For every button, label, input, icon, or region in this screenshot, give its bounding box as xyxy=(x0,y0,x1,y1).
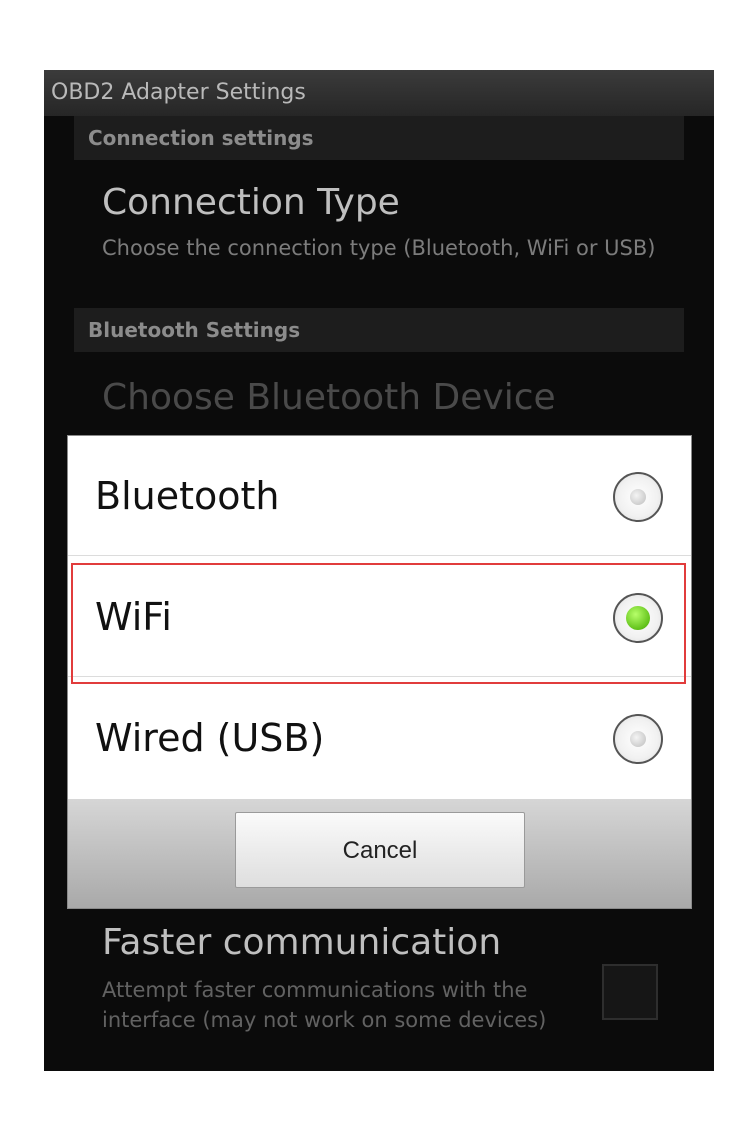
option-wired-usb-label: Wired (USB) xyxy=(95,716,325,760)
option-bluetooth-label: Bluetooth xyxy=(95,474,280,518)
pref-connection-type-summary: Choose the connection type (Bluetooth, W… xyxy=(102,236,656,260)
radio-checked-icon xyxy=(626,606,650,630)
option-bluetooth[interactable]: Bluetooth xyxy=(68,436,691,556)
pref-faster-communication-title: Faster communication xyxy=(102,922,502,963)
option-wired-usb[interactable]: Wired (USB) xyxy=(68,678,691,798)
pref-faster-communication-summary: Attempt faster communications with the i… xyxy=(102,978,547,1032)
dialog-button-bar: Cancel xyxy=(68,799,691,908)
option-wifi[interactable]: WiFi xyxy=(68,557,691,677)
section-header-connection: Connection settings xyxy=(74,116,684,160)
option-wifi-label: WiFi xyxy=(95,595,172,639)
radio-bluetooth[interactable] xyxy=(613,472,663,522)
faster-communication-checkbox[interactable] xyxy=(602,964,658,1020)
radio-wifi[interactable] xyxy=(613,593,663,643)
pref-choose-bluetooth-device-title: Choose Bluetooth Device xyxy=(102,377,556,418)
section-header-bluetooth: Bluetooth Settings xyxy=(74,308,684,352)
connection-type-dialog: Bluetooth WiFi Wired (USB) Cancel xyxy=(68,436,691,908)
radio-wired-usb[interactable] xyxy=(613,714,663,764)
pref-connection-type-title: Connection Type xyxy=(102,182,400,223)
radio-unchecked-icon xyxy=(630,489,646,505)
window-title: OBD2 Adapter Settings xyxy=(44,70,714,116)
radio-unchecked-icon xyxy=(630,731,646,747)
cancel-button[interactable]: Cancel xyxy=(235,812,525,888)
